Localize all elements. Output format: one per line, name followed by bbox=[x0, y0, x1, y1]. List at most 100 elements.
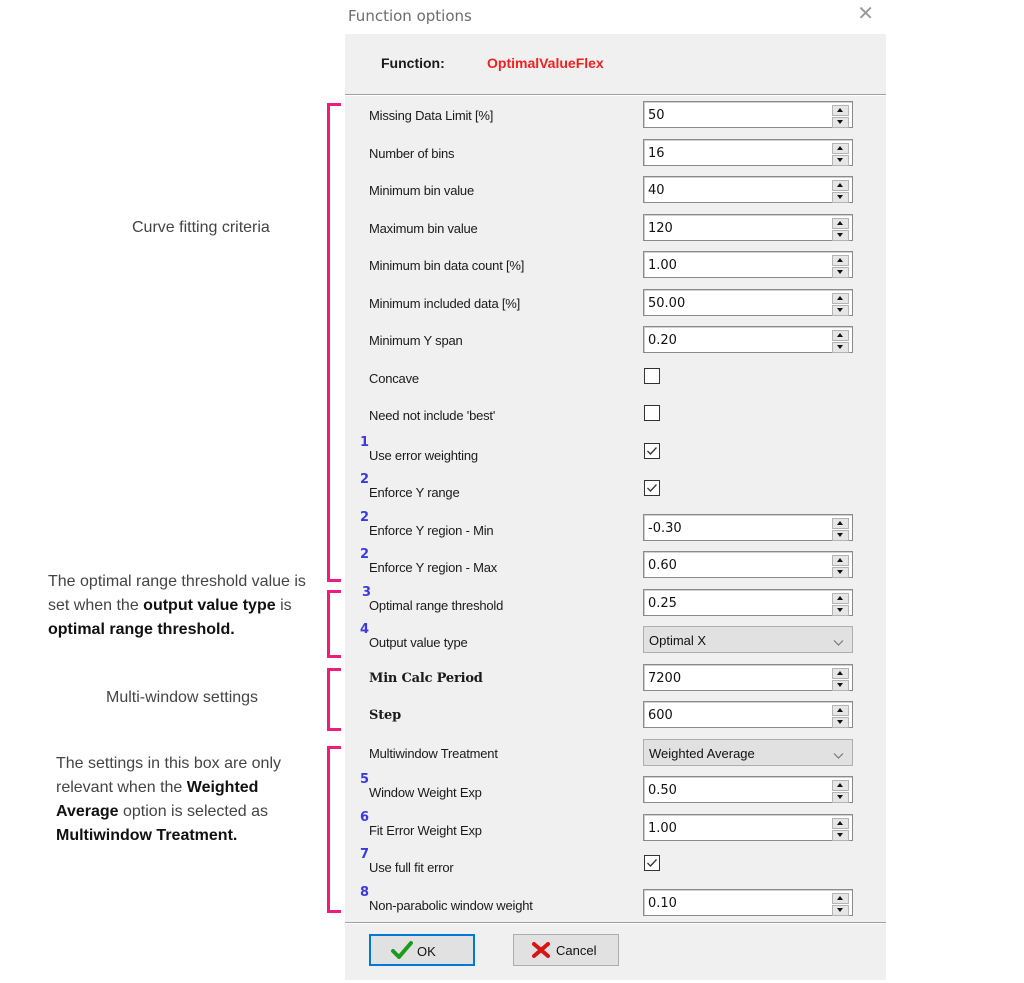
spin-arrows bbox=[832, 142, 849, 166]
spin-up-icon[interactable] bbox=[832, 817, 849, 829]
spin-input[interactable]: 40 bbox=[643, 176, 853, 203]
dropdown-select[interactable]: Optimal X bbox=[643, 626, 853, 653]
spin-down-icon[interactable] bbox=[832, 304, 849, 316]
red-x-icon bbox=[532, 942, 550, 961]
checkbox[interactable] bbox=[644, 367, 660, 384]
option-label: Fit Error Weight Exp bbox=[369, 822, 482, 838]
option-label: Missing Data Limit [%] bbox=[369, 108, 494, 123]
spin-input[interactable]: -0.30 bbox=[643, 513, 853, 541]
spin-down-icon[interactable] bbox=[832, 904, 849, 916]
spin-arrows bbox=[832, 892, 849, 916]
option-label: Optimal range threshold bbox=[369, 597, 504, 613]
spin-down-icon[interactable] bbox=[832, 529, 849, 541]
spin-value[interactable]: 120 bbox=[648, 221, 673, 236]
footnote-marker: 2 bbox=[360, 509, 370, 525]
spin-input[interactable]: 50.00 bbox=[643, 288, 853, 316]
spin-input[interactable]: 0.25 bbox=[643, 588, 853, 616]
cancel-button[interactable]: Cancel bbox=[513, 934, 619, 966]
spin-down-icon[interactable] bbox=[832, 117, 849, 128]
footnote-marker: 2 bbox=[360, 547, 370, 562]
spin-up-icon[interactable] bbox=[832, 255, 849, 266]
spin-up-icon[interactable] bbox=[832, 330, 849, 341]
spin-down-icon[interactable] bbox=[832, 604, 849, 616]
spin-down-icon[interactable] bbox=[832, 829, 849, 841]
footnote-marker: 7 bbox=[360, 847, 370, 862]
bracket-curve-fitting bbox=[327, 103, 341, 582]
spin-value[interactable]: 0.20 bbox=[648, 333, 677, 348]
spin-value[interactable]: 7200 bbox=[648, 671, 681, 686]
spin-value[interactable]: 600 bbox=[648, 708, 673, 723]
spin-down-icon[interactable] bbox=[832, 792, 849, 803]
spin-value[interactable]: 40 bbox=[648, 183, 665, 198]
spin-input[interactable]: 120 bbox=[643, 213, 853, 241]
spin-down-icon[interactable] bbox=[832, 154, 849, 166]
spin-down-icon[interactable] bbox=[832, 717, 849, 728]
option-row: Concave bbox=[345, 362, 886, 394]
spin-value[interactable]: 1.00 bbox=[648, 821, 677, 836]
spin-input[interactable]: 0.50 bbox=[643, 776, 853, 803]
spin-up-icon[interactable] bbox=[832, 517, 849, 529]
spin-up-icon[interactable] bbox=[832, 142, 849, 154]
close-icon[interactable]: ✕ bbox=[857, 4, 874, 24]
option-row: 2 Enforce Y range bbox=[345, 472, 886, 506]
spin-arrows bbox=[832, 217, 849, 241]
spin-value[interactable]: 0.10 bbox=[648, 896, 677, 911]
spin-input[interactable]: 0.10 bbox=[643, 888, 853, 916]
spin-arrows bbox=[832, 555, 849, 578]
spin-value[interactable]: 1.00 bbox=[648, 258, 677, 273]
spin-input[interactable]: 16 bbox=[643, 138, 853, 166]
spin-input[interactable]: 1.00 bbox=[643, 813, 853, 841]
option-row: 1 Use error weighting bbox=[345, 435, 886, 469]
spin-up-icon[interactable] bbox=[832, 292, 849, 304]
spin-value[interactable]: 50 bbox=[648, 108, 665, 123]
option-row: 4 Output value type Optimal X bbox=[345, 622, 886, 656]
option-row: 7 Use full fit error bbox=[345, 847, 886, 881]
spin-down-icon[interactable] bbox=[832, 229, 849, 241]
option-label: Concave bbox=[369, 370, 419, 386]
option-row: 2 Enforce Y region - Min -0.30 bbox=[345, 509, 886, 544]
spin-value[interactable]: 50.00 bbox=[648, 296, 685, 311]
spin-value[interactable]: 0.50 bbox=[648, 783, 677, 798]
spin-arrows bbox=[832, 330, 849, 353]
spin-value[interactable]: 0.60 bbox=[648, 558, 677, 573]
spin-up-icon[interactable] bbox=[832, 217, 849, 229]
checkbox[interactable] bbox=[644, 855, 660, 871]
spin-up-icon[interactable] bbox=[832, 705, 849, 716]
spin-input[interactable]: 50 bbox=[643, 101, 853, 128]
spin-down-icon[interactable] bbox=[832, 342, 849, 353]
spin-down-icon[interactable] bbox=[832, 192, 849, 203]
checkbox[interactable] bbox=[644, 405, 660, 421]
chevron-down-icon bbox=[833, 634, 844, 652]
option-row: Minimum included data [%] 50.00 bbox=[345, 287, 886, 319]
spin-input[interactable]: 600 bbox=[643, 701, 853, 728]
function-name: OptimalValueFlex bbox=[487, 55, 604, 71]
spin-up-icon[interactable] bbox=[832, 592, 849, 604]
dropdown-select[interactable]: Weighted Average bbox=[643, 738, 853, 766]
spin-value[interactable]: -0.30 bbox=[648, 521, 682, 536]
spin-up-icon[interactable] bbox=[832, 105, 849, 116]
option-label: Use error weighting bbox=[369, 447, 478, 463]
spin-down-icon[interactable] bbox=[832, 267, 849, 278]
spin-value[interactable]: 0.25 bbox=[648, 596, 677, 611]
spin-input[interactable]: 0.20 bbox=[643, 326, 853, 353]
option-row: Minimum bin data count [%] 1.00 bbox=[345, 249, 886, 281]
spin-up-icon[interactable] bbox=[832, 892, 849, 904]
spin-down-icon[interactable] bbox=[832, 679, 849, 691]
spin-up-icon[interactable] bbox=[832, 780, 849, 791]
spin-up-icon[interactable] bbox=[832, 180, 849, 191]
spin-down-icon[interactable] bbox=[832, 567, 849, 578]
spin-up-icon[interactable] bbox=[832, 667, 849, 679]
spin-up-icon[interactable] bbox=[832, 555, 849, 566]
spin-input[interactable]: 7200 bbox=[643, 663, 853, 691]
bracket-multi-window bbox=[327, 668, 341, 731]
ok-button[interactable]: OK bbox=[369, 934, 475, 966]
spin-input[interactable]: 0.60 bbox=[643, 551, 853, 578]
dropdown-value: Weighted Average bbox=[649, 745, 755, 761]
bracket-optimal-range bbox=[327, 590, 341, 658]
spin-arrows bbox=[832, 592, 849, 616]
option-row: Need not include 'best' bbox=[345, 399, 886, 431]
spin-value[interactable]: 16 bbox=[648, 146, 665, 161]
checkbox[interactable] bbox=[644, 442, 660, 459]
spin-input[interactable]: 1.00 bbox=[643, 251, 853, 278]
checkbox[interactable] bbox=[644, 480, 660, 496]
